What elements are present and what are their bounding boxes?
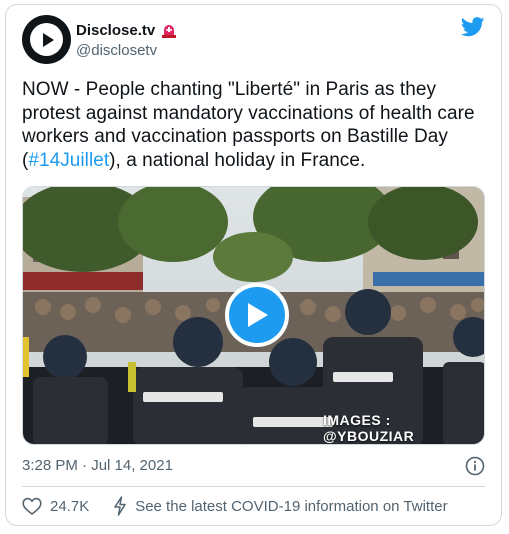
- divider: [22, 486, 485, 487]
- author-handle[interactable]: @disclosetv: [76, 42, 157, 59]
- heart-icon: [22, 497, 42, 515]
- covid-info-text: See the latest COVID-19 information on T…: [135, 497, 448, 515]
- video-player[interactable]: IMAGES : @YBOUZIAR: [22, 186, 485, 445]
- tweet-timestamp[interactable]: 3:28 PM · Jul 14, 2021: [22, 457, 173, 474]
- avatar[interactable]: [22, 15, 71, 64]
- tweet-text: NOW - People chanting "Liberté" in Paris…: [22, 78, 492, 172]
- author-display-name[interactable]: Disclose.tv: [76, 22, 155, 39]
- hashtag-link[interactable]: #14Juillet: [28, 150, 109, 171]
- tweet-actions: 24.7K See the latest COVID-19 informatio…: [22, 496, 448, 516]
- author-name-row: Disclose.tv: [76, 22, 177, 39]
- twitter-bird-icon[interactable]: [461, 17, 485, 37]
- lightning-icon: [114, 496, 126, 516]
- like-button[interactable]: 24.7K: [22, 497, 89, 515]
- like-count: 24.7K: [50, 497, 90, 515]
- video-watermark: IMAGES : @YBOUZIAR: [323, 412, 415, 444]
- tweet-card: Disclose.tv @disclosetv NOW - People cha…: [5, 4, 502, 526]
- tweet-text-part: ), a national holiday in France.: [109, 149, 366, 171]
- play-icon: [248, 303, 268, 327]
- info-icon[interactable]: [465, 456, 485, 476]
- siren-icon: [161, 23, 177, 39]
- play-logo-icon: [30, 23, 63, 56]
- play-button[interactable]: [225, 283, 289, 347]
- covid-info-link[interactable]: See the latest COVID-19 information on T…: [113, 496, 448, 516]
